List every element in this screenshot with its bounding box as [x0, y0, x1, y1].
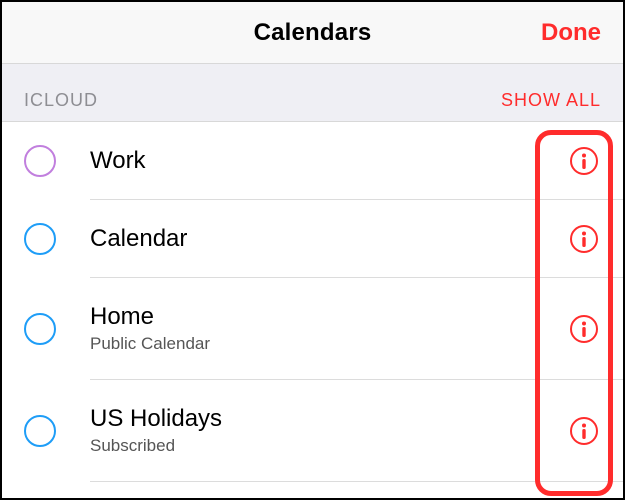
calendar-name: Calendar: [90, 226, 567, 252]
row-text: Calendar: [90, 226, 567, 252]
info-button[interactable]: [567, 222, 601, 256]
info-button[interactable]: [567, 414, 601, 448]
done-button[interactable]: Done: [541, 19, 601, 47]
calendar-name: Home: [90, 304, 567, 330]
calendar-subtitle: Public Calendar: [90, 334, 567, 354]
section-header-label: ICLOUD: [24, 90, 98, 111]
info-icon: [569, 224, 599, 254]
info-button[interactable]: [567, 144, 601, 178]
info-icon: [569, 314, 599, 344]
calendar-name: US Holidays: [90, 406, 567, 432]
calendar-row-us-holidays[interactable]: US Holidays Subscribed: [2, 380, 623, 482]
row-text: US Holidays Subscribed: [90, 406, 567, 456]
checkbox-circle-icon[interactable]: [24, 415, 56, 447]
calendar-list: Work Calendar Home Public Calendar: [2, 122, 623, 482]
navbar: Calendars Done: [2, 2, 623, 64]
calendar-subtitle: Subscribed: [90, 436, 567, 456]
row-text: Home Public Calendar: [90, 304, 567, 354]
calendar-row-work[interactable]: Work: [2, 122, 623, 200]
checkbox-circle-icon[interactable]: [24, 145, 56, 177]
calendar-name: Work: [90, 148, 567, 174]
info-icon: [569, 416, 599, 446]
section-header: ICLOUD SHOW ALL: [2, 64, 623, 122]
show-all-button[interactable]: SHOW ALL: [501, 90, 601, 111]
checkbox-circle-icon[interactable]: [24, 313, 56, 345]
calendar-row-calendar[interactable]: Calendar: [2, 200, 623, 278]
info-icon: [569, 146, 599, 176]
page-title: Calendars: [254, 19, 372, 47]
checkbox-circle-icon[interactable]: [24, 223, 56, 255]
row-text: Work: [90, 148, 567, 174]
info-button[interactable]: [567, 312, 601, 346]
calendar-row-home[interactable]: Home Public Calendar: [2, 278, 623, 380]
